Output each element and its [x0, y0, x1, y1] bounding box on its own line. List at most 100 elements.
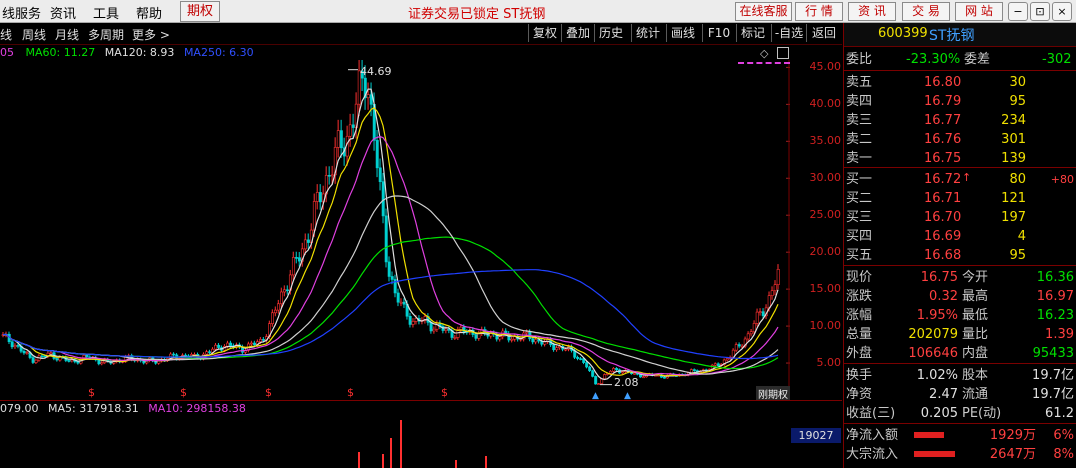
bid-volume: 95 [1009, 248, 1026, 263]
bid-price[interactable]: 16.68 [924, 246, 961, 265]
bid-change [1030, 227, 1074, 246]
candle [758, 311, 762, 313]
history-button[interactable]: 历史 [594, 24, 627, 42]
tab-week-line[interactable]: 周线 [22, 26, 46, 43]
candle [10, 341, 14, 348]
online-service-button[interactable]: 在线客服 [735, 2, 792, 21]
y-tick-label: 30.00 [809, 171, 842, 185]
candle [761, 311, 765, 317]
candle [22, 350, 26, 354]
candle [755, 311, 759, 324]
candle [97, 359, 101, 365]
candle [725, 358, 729, 361]
ask-price[interactable]: 16.80 [924, 73, 961, 92]
candle [49, 352, 53, 354]
event-marker-icon: ▲ [592, 391, 599, 400]
info-value: 0.205 [920, 406, 958, 421]
ask-volume: 95 [1009, 94, 1026, 109]
volume-bar [382, 454, 384, 468]
tab-month-line[interactable]: 月线 [55, 26, 79, 43]
price-marker-line [738, 62, 790, 64]
stats-button[interactable]: 统计 [631, 24, 664, 42]
flow-label: 净流入额 [846, 428, 899, 443]
y-tick-label: 45.00 [809, 60, 842, 74]
price-chart[interactable]: $ $ $ $ $ ▲ ▲ [0, 60, 790, 400]
back-button[interactable]: 返回 [806, 24, 841, 42]
mark-button[interactable]: 标记 [736, 24, 769, 42]
bid-price[interactable]: 16.69 [924, 227, 961, 246]
diamond-icon[interactable]: ◇ [760, 47, 768, 60]
market-button[interactable]: 行 情 [795, 2, 843, 21]
candle [348, 124, 352, 137]
ask-volume: 139 [1001, 151, 1026, 166]
up-arrow-icon: ↑ [962, 171, 972, 184]
watchlist-button[interactable]: -自选 [771, 24, 806, 42]
panel-toggle-icon[interactable] [777, 47, 789, 59]
candle [85, 354, 89, 358]
bid-price[interactable]: 16.70 [924, 208, 961, 227]
tab-day-line[interactable]: 线 [0, 26, 12, 43]
flow-percent: 6% [1053, 428, 1074, 443]
overlay-button[interactable]: 叠加 [561, 24, 594, 42]
candle [576, 356, 580, 359]
menu-tools[interactable]: 工具 [93, 3, 119, 22]
stat-value: 95433 [1032, 346, 1074, 361]
more-button[interactable]: 更多 > [132, 26, 170, 43]
stat-value: 16.75 [920, 270, 958, 285]
options-button[interactable]: 期权 [180, 1, 220, 22]
candle [271, 312, 274, 324]
stat-label: 涨跌 [846, 289, 873, 304]
candle [585, 362, 589, 368]
dividend-marker-icon: $ [88, 386, 95, 399]
candle [408, 315, 412, 325]
f10-button[interactable]: F10 [702, 24, 735, 42]
candle [205, 351, 209, 355]
ask-price[interactable]: 16.79 [924, 92, 961, 111]
y-tick-label: 10.00 [809, 319, 842, 333]
stat-value: 16.23 [1036, 308, 1074, 323]
ask-price[interactable]: 16.77 [924, 111, 961, 130]
stat-value: 16.97 [1036, 289, 1074, 304]
candle [555, 347, 559, 351]
stat-value: 1.95% [916, 308, 958, 323]
close-icon[interactable]: × [1052, 2, 1072, 21]
menu-news[interactable]: 资讯 [50, 3, 76, 22]
candle [285, 289, 289, 292]
candle [34, 359, 38, 363]
bid-price[interactable]: 16.71 [924, 189, 961, 208]
menu-help[interactable]: 帮助 [136, 3, 162, 22]
vol-ma5-legend: MA5: 317918.31 [48, 402, 139, 415]
bid-label: 买四 [846, 229, 873, 244]
bid-label: 买五 [846, 248, 873, 263]
adjust-button[interactable]: 复权 [528, 24, 561, 42]
minimize-icon[interactable]: − [1008, 2, 1028, 21]
restore-icon[interactable]: ⊡ [1030, 2, 1050, 21]
volume-bar [390, 438, 392, 468]
candle [746, 333, 750, 340]
candle [713, 363, 717, 366]
candle [208, 351, 212, 354]
candle [594, 376, 598, 385]
candle [737, 344, 741, 347]
candle [217, 344, 221, 348]
volume-chart[interactable] [0, 416, 790, 468]
website-button[interactable]: 网 站 [955, 2, 1003, 21]
divider [844, 363, 1076, 364]
tab-multi-period[interactable]: 多周期 [88, 26, 124, 43]
dividend-marker-icon: $ [265, 386, 272, 399]
y-tick-label: 40.00 [809, 97, 842, 111]
trade-button[interactable]: 交 易 [902, 2, 950, 21]
menu-line-service[interactable]: 线服务 [2, 3, 41, 22]
trade-lock-notice: 证券交易已锁定 ST抚钢 [408, 7, 546, 22]
bid-price[interactable]: 16.72 [924, 170, 961, 189]
ask-price[interactable]: 16.75 [924, 149, 961, 168]
candle [297, 257, 301, 262]
candle [411, 321, 415, 325]
bid-volume: 80 [1009, 172, 1026, 187]
ask-price[interactable]: 16.76 [924, 130, 961, 149]
draw-line-button[interactable]: 画线 [666, 24, 699, 42]
candle [510, 338, 514, 341]
candle [351, 124, 355, 128]
news-button[interactable]: 资 讯 [848, 2, 896, 21]
info-value: 61.2 [1045, 406, 1074, 421]
